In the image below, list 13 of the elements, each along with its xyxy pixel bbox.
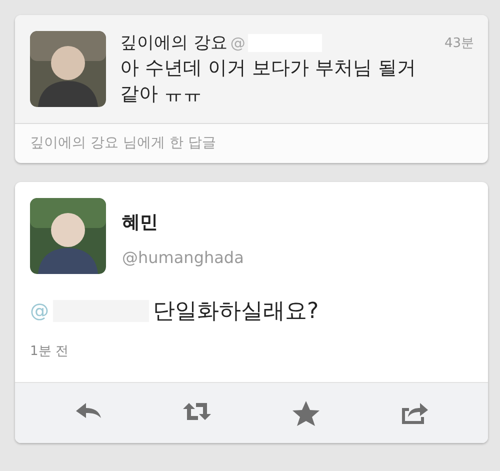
avatar[interactable] bbox=[30, 198, 106, 274]
user-handle: @ bbox=[230, 34, 246, 52]
avatar[interactable] bbox=[30, 31, 106, 107]
timestamp: 43분 bbox=[444, 34, 474, 52]
reply-tweet-card[interactable]: 깊이에의 강요 @ 43분 아 수년데 이거 보다가 부처님 될거 같아 ㅠㅠ 깊이에의 강요 님에게 한 답글 bbox=[15, 15, 488, 164]
tweet-text: 아 수년데 이거 보다가 부처님 될거 같아 ㅠㅠ bbox=[120, 56, 418, 107]
user-name: 혜민 bbox=[122, 211, 159, 234]
timestamp: 1분 전 bbox=[29, 343, 70, 360]
reply-note: 깊이에의 강요 님에게 한 답글 bbox=[29, 134, 217, 154]
tweet-text: 단일화하실래요? bbox=[153, 298, 319, 326]
favorite-icon[interactable] bbox=[290, 400, 321, 427]
user-name: 깊이에의 강요 bbox=[120, 32, 228, 54]
user-handle: @humanghada bbox=[122, 248, 245, 268]
